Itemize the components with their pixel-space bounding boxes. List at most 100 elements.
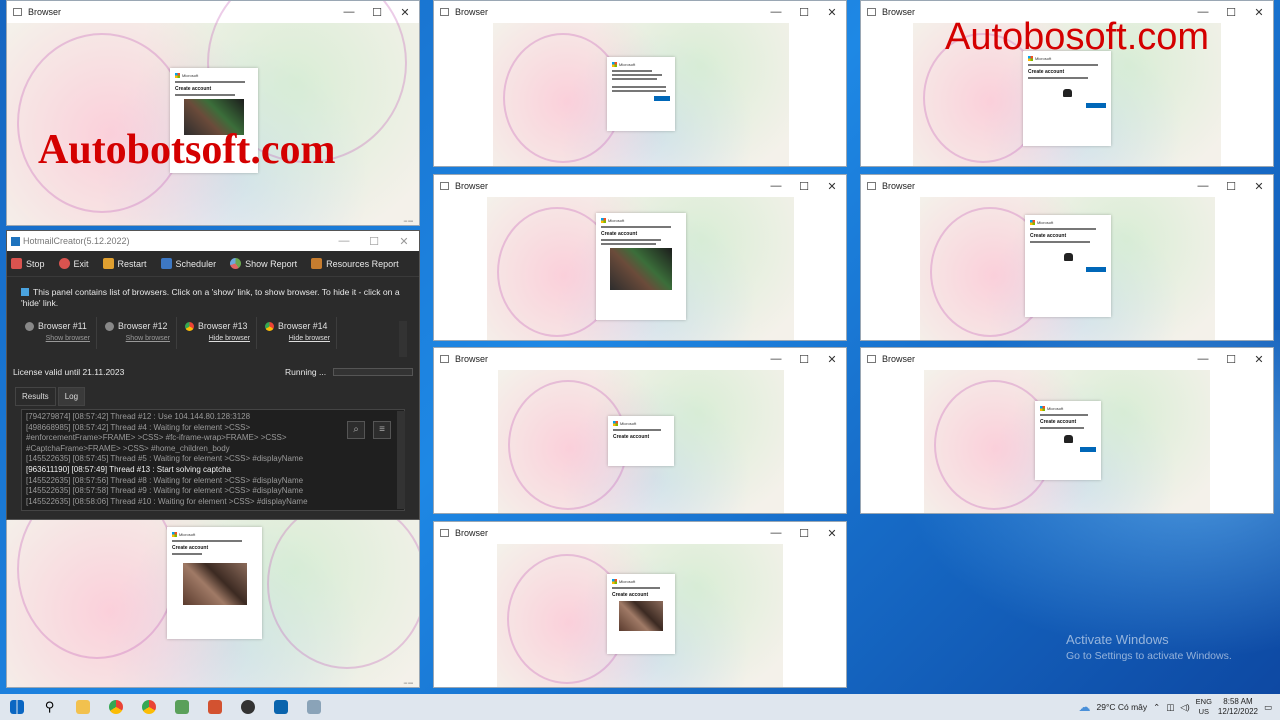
- window-icon: [440, 355, 449, 363]
- show-browser-link[interactable]: Show browser: [25, 335, 96, 342]
- chrome-icon: [25, 321, 34, 331]
- browser-list-item: Browser #12 Show browser: [101, 317, 177, 349]
- browser-list-scrollbar[interactable]: [399, 321, 407, 357]
- network-icon[interactable]: ◫: [1166, 702, 1174, 713]
- exit-label: Exit: [73, 258, 89, 269]
- close-button[interactable]: ✕: [818, 180, 846, 193]
- exit-button[interactable]: Exit: [58, 258, 89, 269]
- close-button[interactable]: ✕: [1245, 180, 1273, 193]
- signup-card: Microsoft Create account: [607, 574, 675, 654]
- browser-window[interactable]: Browser — ☐ ✕ Microsoft Create account: [433, 521, 847, 688]
- activate-subtitle: Go to Settings to activate Windows.: [1066, 650, 1232, 662]
- restart-button[interactable]: Restart: [102, 258, 147, 269]
- license-text: License valid until 21.11.2023: [13, 367, 125, 377]
- minimize-button[interactable]: —: [762, 353, 790, 365]
- card-brand: Microsoft: [620, 421, 637, 426]
- restart-label: Restart: [117, 258, 147, 269]
- maximize-button[interactable]: ☐: [790, 180, 818, 193]
- search-button[interactable]: ⚲: [33, 694, 66, 720]
- taskbar-chrome[interactable]: [99, 694, 132, 720]
- maximize-button[interactable]: ☐: [1217, 353, 1245, 366]
- app-icon: [240, 700, 255, 714]
- minimize-button[interactable]: —: [1189, 353, 1217, 365]
- volume-icon[interactable]: ◁): [1180, 702, 1189, 713]
- minimize-button[interactable]: —: [1189, 180, 1217, 192]
- app-icon: [11, 236, 20, 246]
- window-icon: [440, 182, 449, 190]
- maximize-button[interactable]: ☐: [1217, 180, 1245, 193]
- log-menu-button[interactable]: ≡: [373, 421, 391, 439]
- hide-browser-link[interactable]: Hide browser: [185, 335, 256, 342]
- browser-list-item: Browser #13 Hide browser: [181, 317, 257, 349]
- microsoft-logo-icon: [612, 579, 617, 584]
- close-button[interactable]: ✕: [818, 353, 846, 366]
- close-button[interactable]: ✕: [818, 6, 846, 19]
- minimize-button[interactable]: —: [762, 6, 790, 18]
- weather-text[interactable]: 29°C Có mây: [1096, 702, 1147, 712]
- hide-browser-link[interactable]: Hide browser: [265, 335, 336, 342]
- browser-window[interactable]: Browser — ☐ ✕ Microsoft Create account: [860, 347, 1274, 514]
- footer-links: ▪▪▪ ▪▪▪▪▪: [403, 219, 413, 223]
- windows-icon: [9, 700, 24, 714]
- system-tray: ☁ 29°C Có mây ⌃ ◫ ◁) ENG US 8:58 AM 12/12/…: [1078, 694, 1280, 720]
- microsoft-logo-icon: [612, 62, 617, 67]
- chrome-icon: [108, 700, 123, 714]
- card-brand: Microsoft: [619, 62, 636, 67]
- notification-icon[interactable]: ▭: [1264, 702, 1272, 713]
- taskbar-app-dark[interactable]: [231, 694, 264, 720]
- browser-window[interactable]: Browser — ☐ ✕ Microsoft Create account ▪▪▪ …: [6, 0, 420, 226]
- card-heading: Create account: [1028, 69, 1065, 75]
- show-browser-link[interactable]: Show browser: [105, 335, 176, 342]
- taskbar-outlook[interactable]: [264, 694, 297, 720]
- browser-window[interactable]: Browser — ☐ ✕ Microsoft Create account: [433, 347, 847, 514]
- hotmail-title-bar[interactable]: HotmailCreator(5.12.2022) — ☐ ✕: [7, 231, 419, 251]
- browser-window[interactable]: Browser — ☐ ✕ Microsoft Create account: [860, 174, 1274, 341]
- taskbar-powerpoint[interactable]: [198, 694, 231, 720]
- log-line: #CaptchaFrame>FRAME> >CSS> #home_childre…: [26, 443, 230, 453]
- log-scrollbar[interactable]: [397, 411, 405, 509]
- maximize-button[interactable]: ☐: [359, 235, 389, 248]
- clock[interactable]: 8:58 AM 12/12/2022: [1218, 697, 1258, 717]
- browser-window[interactable]: Browser — ☐ ✕ Microsoft: [433, 0, 847, 167]
- close-button[interactable]: ✕: [1245, 6, 1273, 19]
- taskbar-hotmail-creator[interactable]: [297, 694, 330, 720]
- maximize-button[interactable]: ☐: [790, 353, 818, 366]
- card-heading: Create account: [613, 434, 650, 440]
- card-brand: Microsoft: [1047, 406, 1064, 411]
- tab-results[interactable]: Results: [15, 387, 56, 406]
- start-button[interactable]: [0, 694, 33, 720]
- close-button[interactable]: ✕: [1245, 353, 1273, 366]
- stop-button[interactable]: Stop: [11, 258, 45, 269]
- microsoft-logo-icon: [172, 532, 177, 537]
- search-icon: ⚲: [44, 699, 55, 714]
- hotmail-creator-window[interactable]: HotmailCreator(5.12.2022) — ☐ ✕ Stop Exi…: [6, 230, 420, 520]
- minimize-button[interactable]: —: [762, 527, 790, 539]
- maximize-button[interactable]: ☐: [790, 6, 818, 19]
- taskbar-chrome-2[interactable]: [132, 694, 165, 720]
- browser-window[interactable]: Browser — ☐ ✕ Microsoft Create account: [433, 174, 847, 341]
- browser-window[interactable]: Microsoft Create account ▪▪▪ ▪▪▪▪▪: [6, 518, 420, 688]
- scheduler-button[interactable]: Scheduler: [160, 258, 216, 269]
- browser-list-item: Browser #14 Hide browser: [261, 317, 337, 349]
- close-button[interactable]: ✕: [389, 235, 419, 248]
- resources-report-button[interactable]: Resources Report: [311, 258, 399, 269]
- taskbar-file-explorer[interactable]: [66, 694, 99, 720]
- tab-log[interactable]: Log: [57, 387, 86, 406]
- chevron-up-icon[interactable]: ⌃: [1153, 702, 1160, 713]
- minimize-button[interactable]: —: [329, 235, 359, 247]
- next-button: [654, 96, 670, 101]
- microsoft-logo-icon: [601, 218, 606, 223]
- maximize-button[interactable]: ☐: [1217, 6, 1245, 19]
- card-heading: Create account: [612, 592, 649, 598]
- taskbar-app[interactable]: [165, 694, 198, 720]
- close-button[interactable]: ✕: [818, 527, 846, 540]
- minimize-button[interactable]: —: [762, 180, 790, 192]
- watermark-right: Autobosoft.com: [945, 16, 1210, 58]
- window-icon: [867, 182, 876, 190]
- language-indicator[interactable]: ENG US: [1196, 697, 1212, 717]
- maximize-button[interactable]: ☐: [790, 527, 818, 540]
- show-report-button[interactable]: Show Report: [230, 258, 297, 269]
- search-log-button[interactable]: ⌕: [347, 421, 365, 439]
- chrome-icon: [105, 321, 114, 331]
- window-icon: [867, 8, 876, 16]
